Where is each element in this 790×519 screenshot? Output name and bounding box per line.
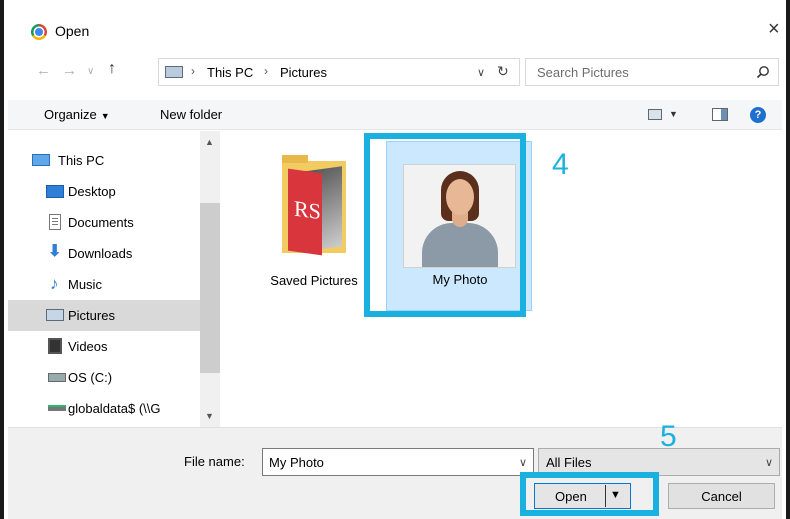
back-icon[interactable]: ←	[36, 62, 51, 79]
chevron-down-icon[interactable]: ∨	[519, 456, 527, 469]
file-item-label: Saved Pictures	[270, 273, 358, 288]
nav-item-label: This PC	[58, 153, 105, 168]
organize-button[interactable]: Organize ▼	[44, 107, 110, 122]
navigation-pane: This PC Desktop Documents ⬇ Downloads ♪ …	[8, 131, 220, 427]
annotation-highlight-step-4	[364, 133, 526, 317]
forward-icon[interactable]: →	[62, 62, 77, 79]
annotation-highlight-step-5	[520, 472, 659, 516]
close-icon[interactable]: ×	[768, 19, 780, 39]
search-icon	[756, 66, 769, 79]
nav-item-label: Videos	[68, 339, 108, 354]
change-view-icon[interactable]	[648, 109, 662, 120]
nav-item-music[interactable]: ♪ Music	[8, 269, 200, 300]
toolbar: Organize ▼ New folder ▼ ?	[8, 100, 782, 130]
nav-item-videos[interactable]: Videos	[8, 331, 200, 362]
annotation-step-5-label: 5	[660, 420, 677, 453]
organize-caret-icon: ▼	[100, 111, 110, 121]
address-dropdown-icon[interactable]: ∨	[477, 66, 485, 79]
downloads-icon: ⬇	[48, 243, 62, 260]
search-input[interactable]: Search Pictures	[525, 58, 779, 86]
nav-item-label: OS (C:)	[68, 370, 113, 385]
documents-icon	[49, 214, 61, 230]
desktop-icon	[46, 185, 64, 198]
pictures-location-icon	[165, 66, 183, 78]
window-frame-left	[0, 0, 4, 519]
nav-scrollbar-thumb[interactable]	[200, 203, 220, 373]
music-icon: ♪	[50, 274, 59, 293]
pictures-icon	[46, 309, 64, 321]
file-name-value: My Photo	[269, 455, 324, 470]
nav-item-globaldata[interactable]: globaldata$ (\\G	[8, 393, 200, 424]
breadcrumb-pictures[interactable]: Pictures	[280, 65, 327, 80]
file-item-saved-pictures[interactable]: Saved Pictures	[260, 151, 368, 301]
chevron-down-icon: ∨	[764, 457, 773, 469]
nav-item-desktop[interactable]: Desktop	[8, 176, 200, 207]
breadcrumb-separator: ›	[264, 64, 268, 78]
scroll-up-icon[interactable]: ▲	[205, 137, 214, 147]
monitor-icon	[32, 154, 50, 166]
file-name-label: File name:	[184, 454, 245, 469]
nav-item-label: Desktop	[68, 184, 116, 199]
refresh-icon[interactable]: ↻	[497, 63, 509, 80]
window-frame-right	[786, 0, 790, 519]
nav-item-label: Documents	[68, 215, 134, 230]
organize-label: Organize	[44, 107, 97, 122]
cancel-button-label: Cancel	[701, 489, 742, 504]
drive-icon	[48, 373, 66, 382]
chrome-icon	[31, 24, 47, 40]
nav-item-label: globaldata$ (\\G	[68, 401, 161, 416]
address-row: ← → ∨ ↑ › This PC › Pictures ∨ ↻ Search …	[8, 58, 782, 86]
file-name-input[interactable]: My Photo ∨	[262, 448, 534, 476]
nav-item-documents[interactable]: Documents	[8, 207, 200, 238]
file-type-value: All Files	[546, 455, 592, 470]
nav-item-os-drive[interactable]: OS (C:)	[8, 362, 200, 393]
annotation-step-4-label: 4	[552, 148, 569, 181]
search-placeholder: Search Pictures	[537, 65, 629, 80]
nav-item-label: Pictures	[68, 308, 115, 323]
cancel-button[interactable]: Cancel	[668, 483, 775, 509]
scroll-down-icon[interactable]: ▼	[205, 411, 214, 421]
address-bar[interactable]: › This PC › Pictures ∨ ↻	[158, 58, 520, 86]
window-title: Open	[55, 23, 90, 39]
up-arrow-icon[interactable]: ↑	[108, 60, 116, 78]
network-drive-icon	[48, 405, 66, 411]
preview-pane-icon[interactable]	[712, 108, 728, 121]
folder-preview-image	[288, 168, 322, 256]
nav-item-this-pc[interactable]: This PC	[8, 145, 200, 176]
breadcrumb-separator: ›	[191, 64, 195, 78]
recent-locations-icon[interactable]: ∨	[87, 66, 94, 77]
nav-item-downloads[interactable]: ⬇ Downloads	[8, 238, 200, 269]
new-folder-button[interactable]: New folder	[160, 107, 222, 122]
view-options-caret-icon[interactable]: ▼	[669, 109, 678, 119]
videos-icon	[48, 338, 62, 354]
nav-item-pictures[interactable]: Pictures	[8, 300, 200, 331]
help-icon[interactable]: ?	[750, 107, 766, 123]
nav-item-label: Downloads	[68, 246, 133, 261]
title-bar: Open ×	[8, 0, 782, 40]
breadcrumb-this-pc[interactable]: This PC	[207, 65, 253, 80]
nav-item-label: Music	[68, 277, 102, 292]
